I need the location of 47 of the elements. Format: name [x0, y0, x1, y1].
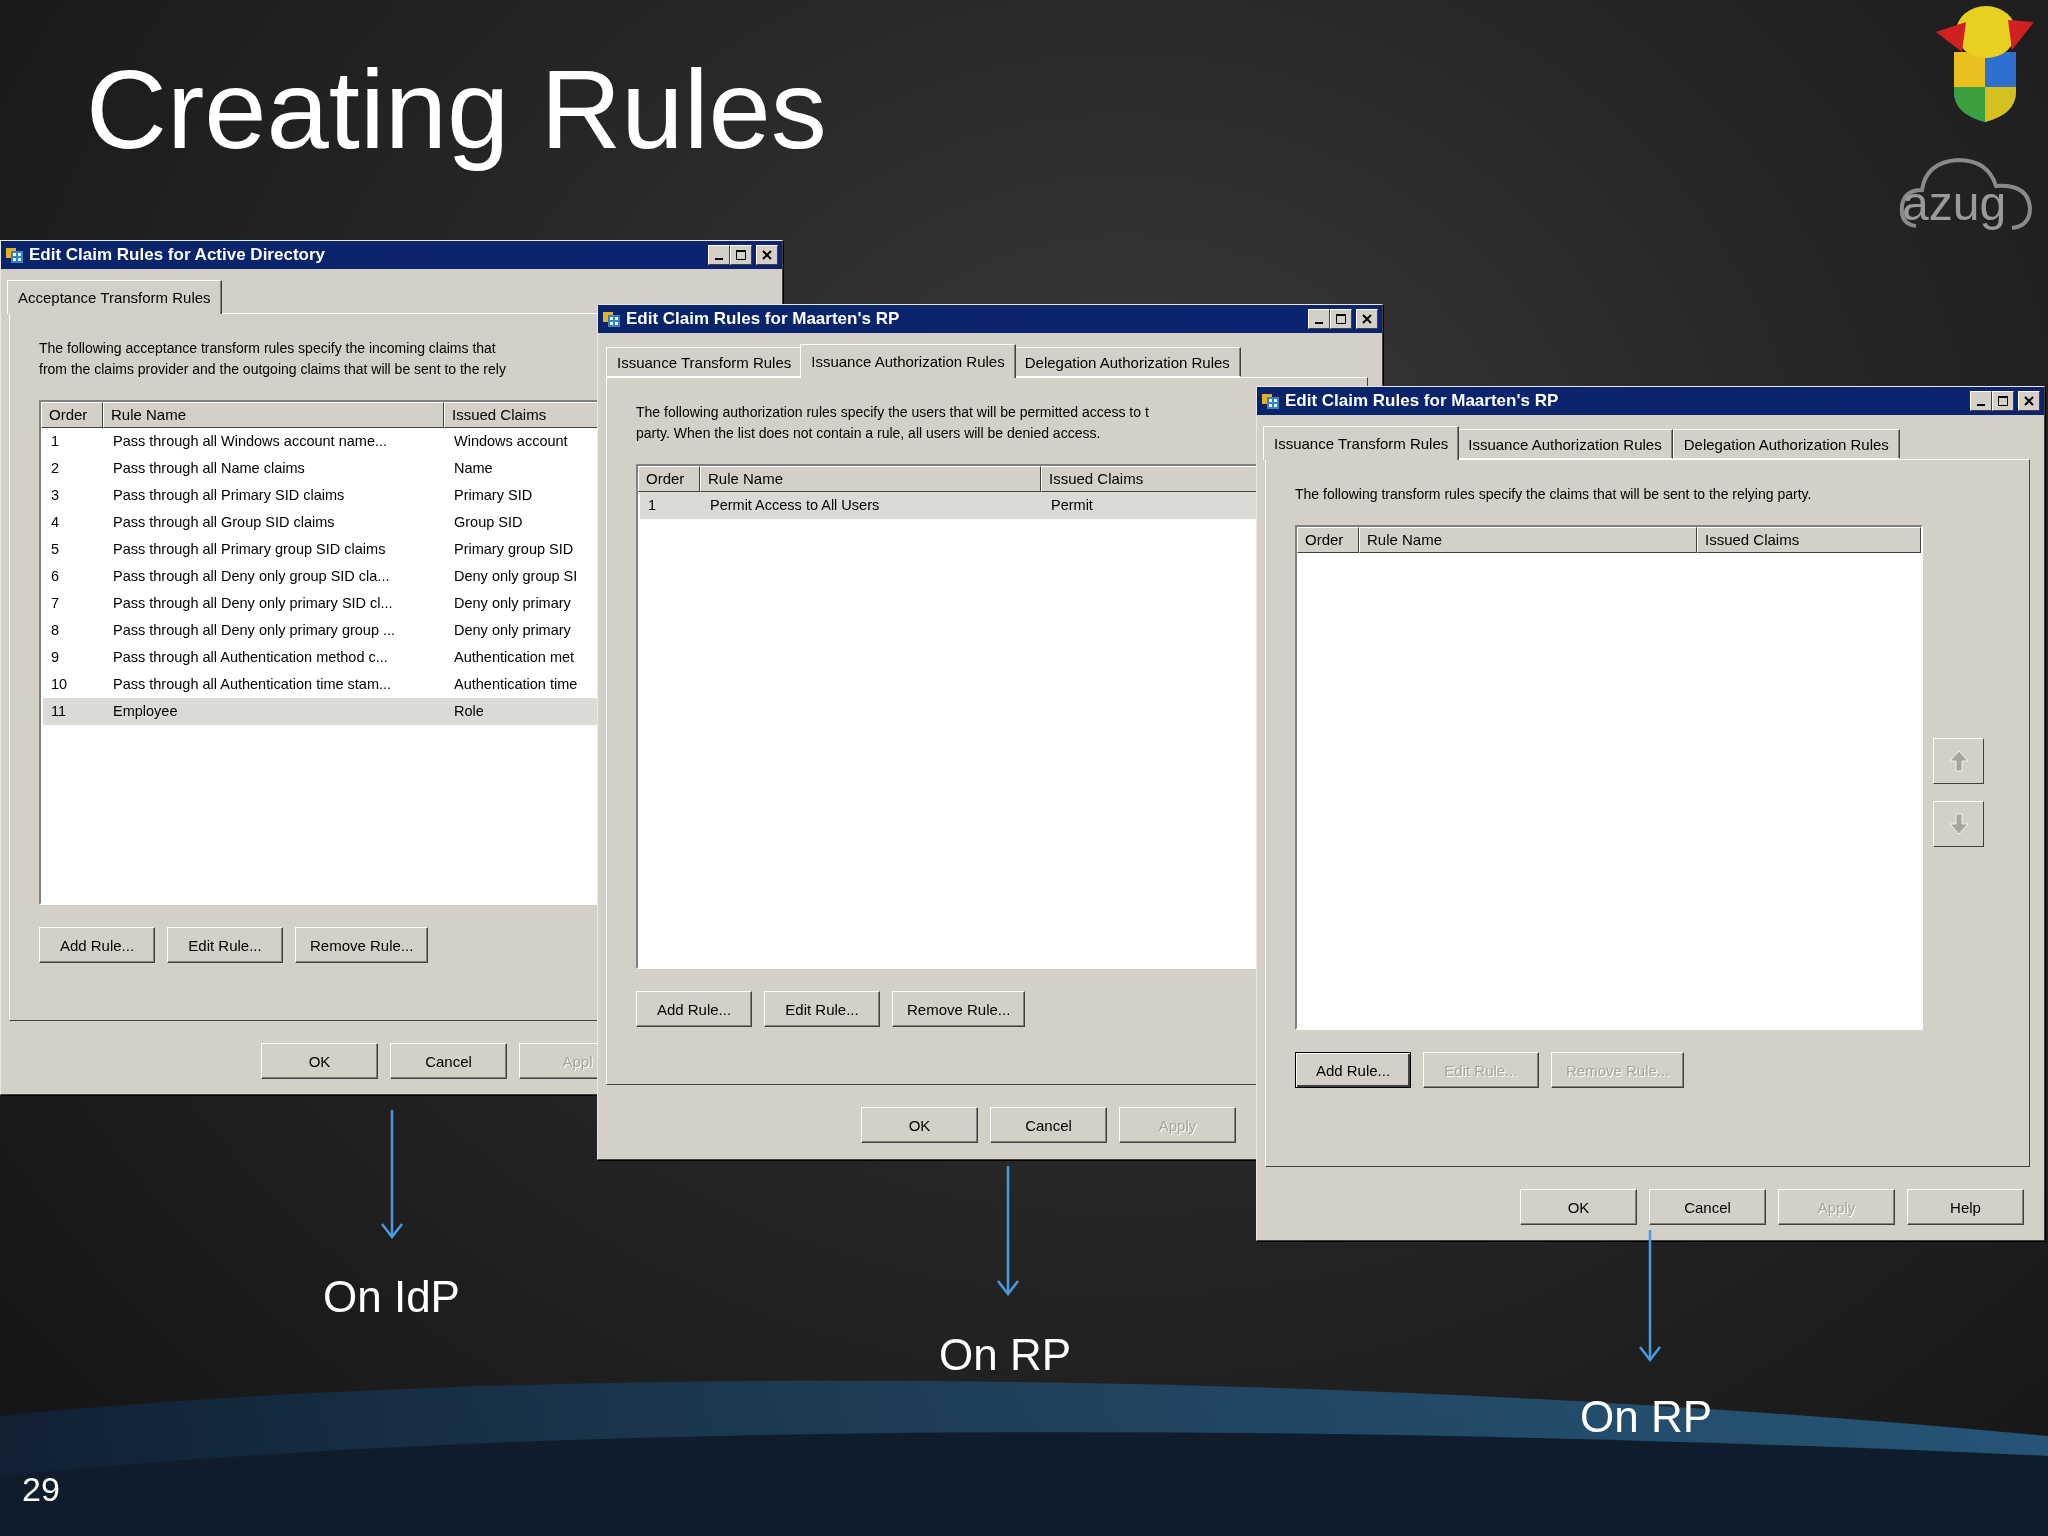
list-cell-text: 5 — [50, 540, 61, 559]
list-cell-text: 3 — [50, 486, 61, 505]
list-cell-text: Pass through all Group SID claims — [112, 513, 336, 532]
list-cell-text: 4 — [50, 513, 61, 532]
list-cell-text: Pass through all Deny only primary group ... — [112, 621, 397, 640]
list-cell-text: 8 — [50, 621, 61, 640]
list-cell-text: 9 — [50, 648, 61, 667]
list-cell-text: Deny only primary — [453, 594, 572, 613]
slide-title: Creating Rules — [86, 48, 827, 172]
list-cell-text: Deny only primary — [453, 621, 572, 640]
list-cell-text: 1 — [50, 432, 61, 451]
list-cell-text: Pass through all Primary SID claims — [112, 486, 346, 505]
list-cell-text: Pass through all Authentication time stam... — [112, 675, 393, 694]
list-cell-text: 10 — [50, 675, 69, 694]
list-cell-text: Permit Access to All Users — [709, 496, 881, 515]
list-cell-text: Name — [453, 459, 494, 478]
list-cell-text: Pass through all Windows account name... — [112, 432, 389, 451]
list-cell-text: Group SID — [453, 513, 524, 532]
list-cell-text: Pass through all Primary group SID claims — [112, 540, 387, 559]
list-cell-text: Role — [453, 702, 485, 721]
list-cell-text: 1 — [647, 496, 658, 515]
list-cell-text: Primary SID — [453, 486, 534, 505]
list-cell-text: Pass through all Authentication method c... — [112, 648, 389, 667]
description-text: The following acceptance transform rules specify the incoming claims that from the claims provider and the outgoing claims that will be sent to the rely — [39, 339, 506, 379]
list-cell-text: 6 — [50, 567, 61, 586]
logo-text: azug — [1902, 180, 2007, 228]
caption-text: On IdP — [323, 1272, 460, 1322]
window-title: Edit Claim Rules for Active Directory — [29, 245, 325, 265]
window-title: Edit Claim Rules for Maarten's RP — [626, 309, 900, 329]
list-cell-text: Deny only group SI — [453, 567, 579, 586]
window-title: Edit Claim Rules for Maarten's RP — [1285, 391, 1559, 411]
caption-text: On RP — [939, 1330, 1072, 1380]
list-cell-text: Pass through all Deny only group SID cla... — [112, 567, 391, 586]
list-cell-text: Permit — [1050, 496, 1094, 515]
list-cell-text: Employee — [112, 702, 179, 721]
caption-text: On RP — [1580, 1392, 1713, 1442]
list-cell-text: Authentication time — [453, 675, 579, 694]
list-cell-text: Pass through all Deny only primary SID cl... — [112, 594, 394, 613]
list-cell-text: 7 — [50, 594, 61, 613]
description-text: The following authorization rules specify the users that will be permitted access to t party. When the list does not contain a rule, all users will be denied access. — [636, 403, 1149, 443]
list-cell-text: Primary group SID — [453, 540, 575, 559]
list-cell-text: Authentication met — [453, 648, 576, 667]
list-cell-text: Windows account — [453, 432, 569, 451]
list-cell-text: Pass through all Name claims — [112, 459, 306, 478]
list-cell-text: 11 — [50, 702, 68, 721]
list-cell-text: 2 — [50, 459, 61, 478]
page-number: 29 — [22, 1470, 60, 1509]
